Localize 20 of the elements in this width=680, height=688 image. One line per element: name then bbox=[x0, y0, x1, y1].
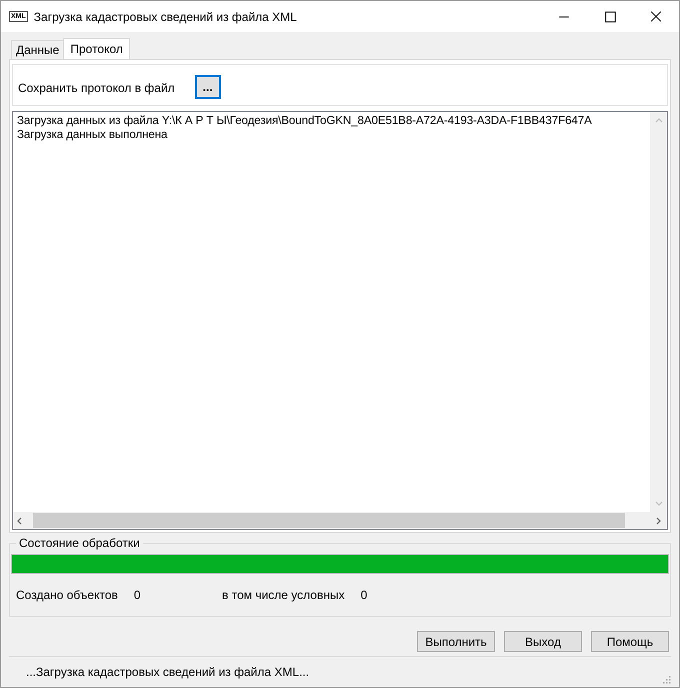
tab[interactable]: Протокол bbox=[63, 38, 130, 59]
counter-value: 0 bbox=[134, 588, 141, 602]
scrollbar-thumb[interactable] bbox=[33, 513, 625, 528]
counter-label: Создано объектов bbox=[16, 588, 118, 602]
dialog-button[interactable]: Выполнить bbox=[417, 631, 495, 652]
tab[interactable]: Данные bbox=[11, 40, 64, 59]
log-line: Загрузка данных выполнена bbox=[17, 128, 168, 142]
save-label: Сохранить протокол в файл bbox=[18, 81, 175, 95]
counter-label: в том числе условных bbox=[222, 588, 345, 602]
browse-button[interactable]: ... bbox=[194, 75, 221, 99]
counter-value: 0 bbox=[360, 588, 368, 602]
log-line: Загрузка данных из файла Y:\К А Р Т Ы\Геодезия\BoundToGKN_8A0E51B8-A72A-4193-A3DA-F1BB437F647A bbox=[17, 114, 593, 128]
dialog-button[interactable]: Помощь bbox=[591, 631, 669, 652]
group-title: Состояние обработки bbox=[16, 536, 143, 550]
dialog-button[interactable]: Выход bbox=[504, 631, 582, 652]
resize-grip-icon[interactable] bbox=[661, 674, 671, 684]
status-text: ...Загрузка кадастровых сведений из файла XML... bbox=[26, 665, 310, 679]
vertical-scrollbar[interactable] bbox=[650, 112, 667, 512]
horizontal-scrollbar[interactable] bbox=[13, 512, 667, 529]
window-title: Загрузка кадастровых сведений из файла XML bbox=[34, 10, 298, 24]
